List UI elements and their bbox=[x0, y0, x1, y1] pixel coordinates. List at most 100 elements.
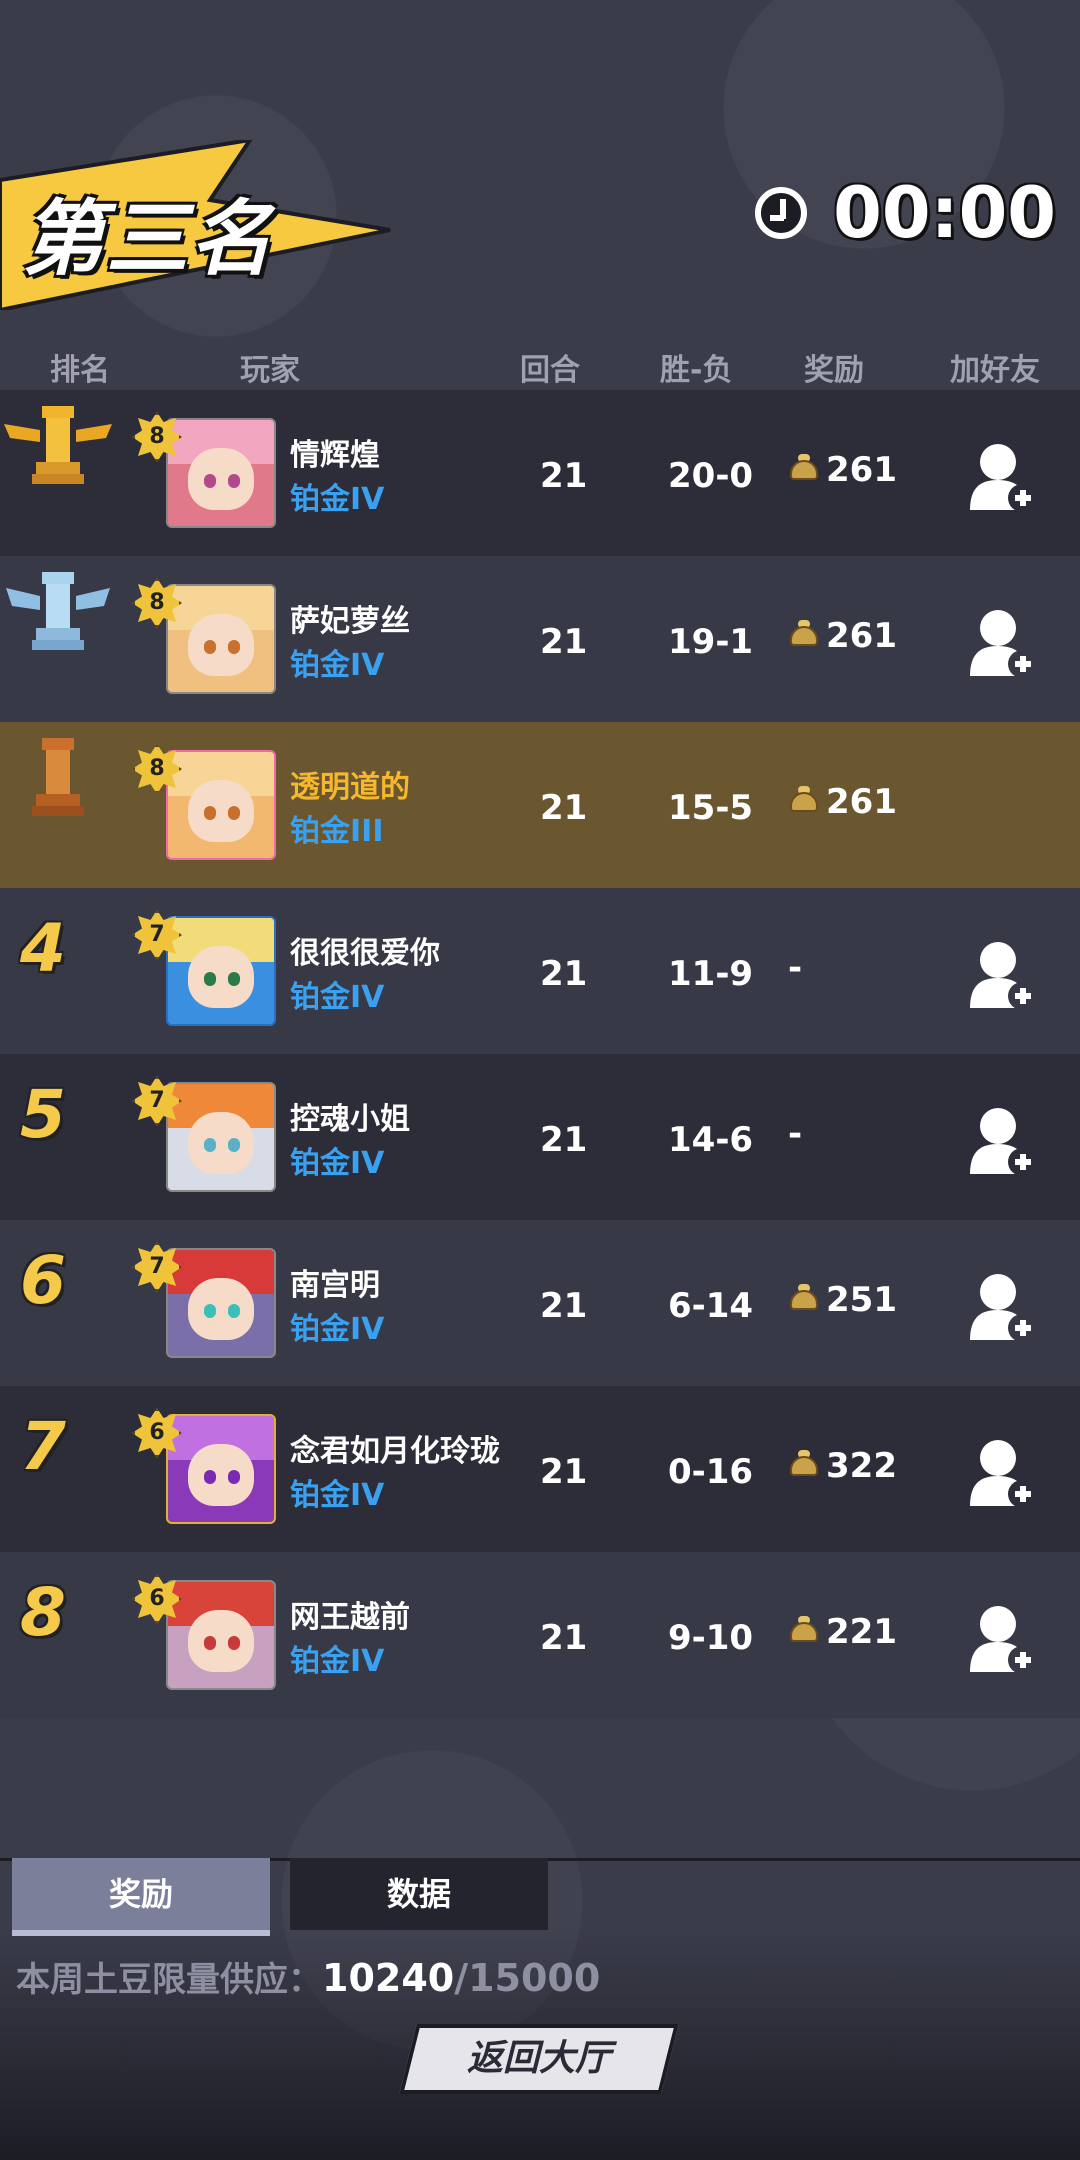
rounds-value: 21 bbox=[540, 456, 588, 496]
reward: 261 bbox=[788, 450, 897, 490]
rank-number: 6 bbox=[20, 1242, 66, 1319]
add-friend-icon[interactable] bbox=[968, 1104, 1038, 1178]
player-avatar[interactable] bbox=[166, 1414, 276, 1524]
player-row[interactable]: 8 6 网王越前 铂金IV 21 9-10 221 bbox=[0, 1552, 1080, 1718]
supply-current: 10240 bbox=[322, 1956, 455, 2000]
add-friend-icon[interactable] bbox=[968, 1436, 1038, 1510]
win-loss-value: 0-16 bbox=[668, 1452, 754, 1492]
rounds-value: 21 bbox=[540, 622, 588, 662]
add-friend-icon[interactable] bbox=[968, 606, 1038, 680]
player-row[interactable]: 8 情辉煌 铂金IV 21 20-0 261 bbox=[0, 390, 1080, 556]
rounds-value: 21 bbox=[540, 1618, 588, 1658]
reward-value: 261 bbox=[826, 616, 897, 656]
player-name: 很很很爱你 bbox=[290, 936, 440, 971]
player-avatar[interactable] bbox=[166, 916, 276, 1026]
column-header-rank: 排名 bbox=[50, 353, 110, 388]
gold-trophy-icon bbox=[4, 406, 112, 484]
avatar bbox=[166, 916, 276, 1026]
player-name: 萨妃萝丝 bbox=[290, 604, 410, 639]
win-loss-value: 20-0 bbox=[668, 456, 754, 496]
potato-pot-icon bbox=[788, 786, 820, 818]
avatar bbox=[166, 1082, 276, 1192]
add-friend-icon[interactable] bbox=[968, 440, 1038, 514]
player-name: 网王越前 bbox=[290, 1600, 410, 1635]
add-friend-icon[interactable] bbox=[968, 1602, 1038, 1676]
potato-pot-icon bbox=[788, 1616, 820, 1648]
win-loss-value: 14-6 bbox=[668, 1120, 754, 1160]
column-header-rounds: 回合 bbox=[520, 353, 580, 388]
supply-label: 本周土豆限量供应： bbox=[16, 1960, 322, 2000]
player-avatar[interactable] bbox=[166, 584, 276, 694]
player-name: 控魂小姐 bbox=[290, 1102, 410, 1137]
player-tier: 铂金IV bbox=[290, 980, 385, 1015]
player-avatar[interactable] bbox=[166, 1248, 276, 1358]
level-badge: 7 bbox=[132, 1242, 182, 1292]
weekly-supply: 本周土豆限量供应：10240/15000 bbox=[16, 1952, 600, 2001]
rounds-value: 21 bbox=[540, 1286, 588, 1326]
column-header-reward: 奖励 bbox=[804, 353, 864, 388]
player-name: 南宫明 bbox=[290, 1268, 380, 1303]
avatar bbox=[166, 1580, 276, 1690]
tab-data[interactable]: 数据 bbox=[290, 1858, 548, 1930]
reward-value: 261 bbox=[826, 450, 897, 490]
rank-number: 5 bbox=[20, 1076, 66, 1153]
player-tier: 铂金IV bbox=[290, 648, 385, 683]
potato-pot-icon bbox=[788, 1450, 820, 1482]
reward-value: - bbox=[788, 1114, 803, 1154]
rank-number: 4 bbox=[20, 910, 66, 987]
column-header-win-loss: 胜-负 bbox=[660, 353, 733, 388]
level-badge: 8 bbox=[132, 412, 182, 462]
player-row[interactable]: 8 萨妃萝丝 铂金IV 21 19-1 261 bbox=[0, 556, 1080, 722]
player-name: 念君如月化玲珑 bbox=[290, 1434, 500, 1469]
player-avatar[interactable] bbox=[166, 1082, 276, 1192]
player-name: 透明道的 bbox=[290, 770, 410, 805]
level-badge: 6 bbox=[132, 1574, 182, 1624]
reward-value: 261 bbox=[826, 782, 897, 822]
add-friend-icon[interactable] bbox=[968, 938, 1038, 1012]
level-badge: 8 bbox=[132, 744, 182, 794]
avatar bbox=[166, 1414, 276, 1524]
bronze-trophy-icon bbox=[32, 738, 84, 816]
player-row-self[interactable]: 8 透明道的 铂金III 21 15-5 261 bbox=[0, 722, 1080, 888]
timer: 00:00 bbox=[755, 172, 1056, 254]
column-header-add-friend: 加好友 bbox=[950, 353, 1040, 388]
reward-value: 221 bbox=[826, 1612, 897, 1652]
avatar bbox=[166, 584, 276, 694]
reward: 322 bbox=[788, 1446, 897, 1486]
supply-max: /15000 bbox=[454, 1956, 601, 2000]
player-row[interactable]: 5 7 控魂小姐 铂金IV 21 14-6 - bbox=[0, 1054, 1080, 1220]
player-row[interactable]: 7 6 念君如月化玲珑 铂金IV 21 0-16 322 bbox=[0, 1386, 1080, 1552]
reward: 221 bbox=[788, 1612, 897, 1652]
player-tier: 铂金IV bbox=[290, 1478, 385, 1513]
column-header-player: 玩家 bbox=[240, 353, 300, 388]
player-row[interactable]: 6 7 南宫明 铂金IV 21 6-14 251 bbox=[0, 1220, 1080, 1386]
rank-number: 8 bbox=[20, 1574, 66, 1651]
reward: - bbox=[788, 948, 802, 988]
reward: 251 bbox=[788, 1280, 897, 1320]
win-loss-value: 15-5 bbox=[668, 788, 754, 828]
reward: - bbox=[788, 1114, 802, 1154]
silver-trophy-icon bbox=[6, 572, 110, 650]
win-loss-value: 6-14 bbox=[668, 1286, 754, 1326]
avatar bbox=[166, 750, 276, 860]
player-tier: 铂金IV bbox=[290, 1312, 385, 1347]
avatar bbox=[166, 418, 276, 528]
rounds-value: 21 bbox=[540, 954, 588, 994]
tab-reward[interactable]: 奖励 bbox=[12, 1858, 270, 1936]
avatar bbox=[166, 1248, 276, 1358]
player-avatar[interactable] bbox=[166, 1580, 276, 1690]
player-avatar[interactable] bbox=[166, 418, 276, 528]
level-badge: 8 bbox=[132, 578, 182, 628]
return-lobby-label[interactable]: 返回大厅 bbox=[408, 2024, 670, 2094]
level-badge: 7 bbox=[132, 1076, 182, 1126]
reward-value: - bbox=[788, 948, 803, 988]
placement-title: 第三名 bbox=[22, 192, 274, 287]
add-friend-icon[interactable] bbox=[968, 1270, 1038, 1344]
rounds-value: 21 bbox=[540, 1452, 588, 1492]
player-avatar[interactable] bbox=[166, 750, 276, 860]
potato-pot-icon bbox=[788, 1284, 820, 1316]
clock-icon bbox=[755, 187, 808, 239]
rank-number: 7 bbox=[20, 1408, 66, 1485]
player-row[interactable]: 4 7 很很很爱你 铂金IV 21 11-9 - bbox=[0, 888, 1080, 1054]
player-name: 情辉煌 bbox=[290, 438, 380, 473]
